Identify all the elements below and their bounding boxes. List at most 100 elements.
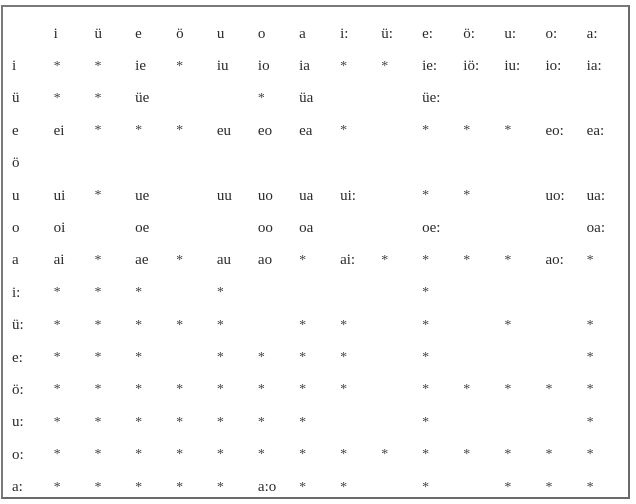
- asterisk-cell: *: [53, 382, 61, 398]
- asterisk-cell: *: [422, 350, 430, 366]
- empty-cell: [135, 148, 176, 180]
- empty-cell: [504, 212, 545, 244]
- empty-cell: [545, 277, 586, 309]
- header-row: i ü e ö u o a i: ü: e: ö: u: o: a:: [12, 18, 628, 50]
- vowel-combination-table: i ü e ö u o a i: ü: e: ö: u: o: a: i * * ie * iu io ia * * ie: i…: [12, 18, 628, 504]
- asterisk-cell: *: [545, 479, 553, 495]
- asterisk-cell: *: [53, 58, 61, 74]
- column-header: e:: [422, 25, 433, 42]
- empty-cell: [176, 180, 217, 212]
- asterisk-cell: *: [586, 447, 594, 463]
- empty-cell: [587, 277, 628, 309]
- table-row: u: * * * * * * * * *: [12, 407, 628, 439]
- combination-cell: ie: [135, 58, 146, 75]
- column-header: ü:: [381, 25, 393, 42]
- empty-cell: [504, 342, 545, 374]
- asterisk-cell: *: [422, 317, 430, 333]
- combination-cell: üa: [299, 90, 314, 107]
- combination-cell: oa:: [586, 220, 605, 237]
- combination-cell: eo: [257, 122, 273, 139]
- column-header: i:: [340, 25, 349, 42]
- empty-cell: [340, 277, 381, 309]
- asterisk-cell: *: [504, 479, 512, 495]
- empty-cell: [381, 471, 422, 503]
- table-row: e ei * * * eu eo ea * * * * eo: ea:: [12, 115, 628, 147]
- combination-cell: ao:: [545, 252, 564, 269]
- row-header: o:: [12, 446, 24, 463]
- empty-cell: [217, 83, 258, 115]
- asterisk-cell: *: [94, 252, 102, 268]
- combination-cell: ia:: [586, 58, 602, 75]
- asterisk-cell: *: [135, 285, 143, 301]
- asterisk-cell: *: [463, 252, 471, 268]
- asterisk-cell: *: [216, 382, 224, 398]
- combination-cell: oe:: [422, 220, 441, 237]
- asterisk-cell: *: [216, 414, 224, 430]
- row-header: i:: [12, 284, 21, 301]
- asterisk-cell: *: [216, 317, 224, 333]
- empty-cell: [587, 83, 628, 115]
- table-row: u ui * ue uu uo ua ui: * * uo: ua:: [12, 180, 628, 212]
- empty-cell: [258, 310, 299, 342]
- asterisk-cell: *: [176, 123, 184, 139]
- column-header: u:: [504, 25, 517, 42]
- asterisk-cell: *: [545, 382, 553, 398]
- combination-cell: iö:: [463, 58, 480, 75]
- asterisk-cell: *: [299, 447, 307, 463]
- asterisk-cell: *: [299, 414, 307, 430]
- combination-cell: a:o: [257, 479, 277, 496]
- combination-cell: oo: [257, 220, 273, 237]
- empty-cell: [381, 83, 422, 115]
- empty-cell: [176, 148, 217, 180]
- combination-cell: uu: [216, 187, 232, 204]
- asterisk-cell: *: [545, 447, 553, 463]
- column-header: a:: [586, 25, 598, 42]
- table-row: ü: * * * * * * * * * *: [12, 310, 628, 342]
- combination-cell: ae: [135, 252, 149, 269]
- combination-cell: eu: [216, 122, 232, 139]
- asterisk-cell: *: [53, 350, 61, 366]
- row-header: e: [12, 122, 19, 139]
- asterisk-cell: *: [586, 317, 594, 333]
- combination-cell: ai: [53, 252, 65, 269]
- combination-cell: io:: [545, 58, 562, 75]
- asterisk-cell: *: [381, 252, 389, 268]
- row-header: o: [12, 220, 20, 237]
- table-body: i * * ie * iu io ia * * ie: iö: iu: io: ia: ü * * üe * üa üe:…: [12, 50, 628, 503]
- asterisk-cell: *: [340, 58, 348, 74]
- asterisk-cell: *: [53, 414, 61, 430]
- empty-cell: [258, 148, 299, 180]
- asterisk-cell: *: [299, 350, 307, 366]
- asterisk-cell: *: [216, 350, 224, 366]
- asterisk-cell: *: [299, 479, 307, 495]
- asterisk-cell: *: [340, 479, 348, 495]
- table-row: i: * * * * *: [12, 277, 628, 309]
- asterisk-cell: *: [463, 382, 471, 398]
- empty-cell: [587, 148, 628, 180]
- table-row: ü * * üe * üa üe:: [12, 83, 628, 115]
- asterisk-cell: *: [94, 414, 102, 430]
- table-row: ö: [12, 148, 628, 180]
- table-row: a: * * * * * a:o * * * * * *: [12, 471, 628, 503]
- column-header: ö: [176, 25, 184, 42]
- asterisk-cell: *: [53, 479, 61, 495]
- asterisk-cell: *: [340, 382, 348, 398]
- asterisk-cell: *: [94, 350, 102, 366]
- empty-cell: [381, 407, 422, 439]
- empty-cell: [217, 212, 258, 244]
- asterisk-cell: *: [135, 123, 143, 139]
- row-header: a:: [12, 479, 23, 496]
- combination-cell: ui: [53, 187, 66, 204]
- asterisk-cell: *: [176, 447, 184, 463]
- combination-cell: üe:: [422, 90, 441, 107]
- empty-cell: [545, 148, 586, 180]
- table-row: a ai * ae * au ao * ai: * * * * ao: *: [12, 245, 628, 277]
- asterisk-cell: *: [340, 350, 348, 366]
- empty-cell: [504, 83, 545, 115]
- combination-cell: ea:: [586, 122, 605, 139]
- asterisk-cell: *: [422, 252, 430, 268]
- empty-cell: [176, 342, 217, 374]
- combination-cell: üe: [135, 90, 150, 107]
- row-header: ö: [12, 155, 20, 172]
- empty-cell: [381, 342, 422, 374]
